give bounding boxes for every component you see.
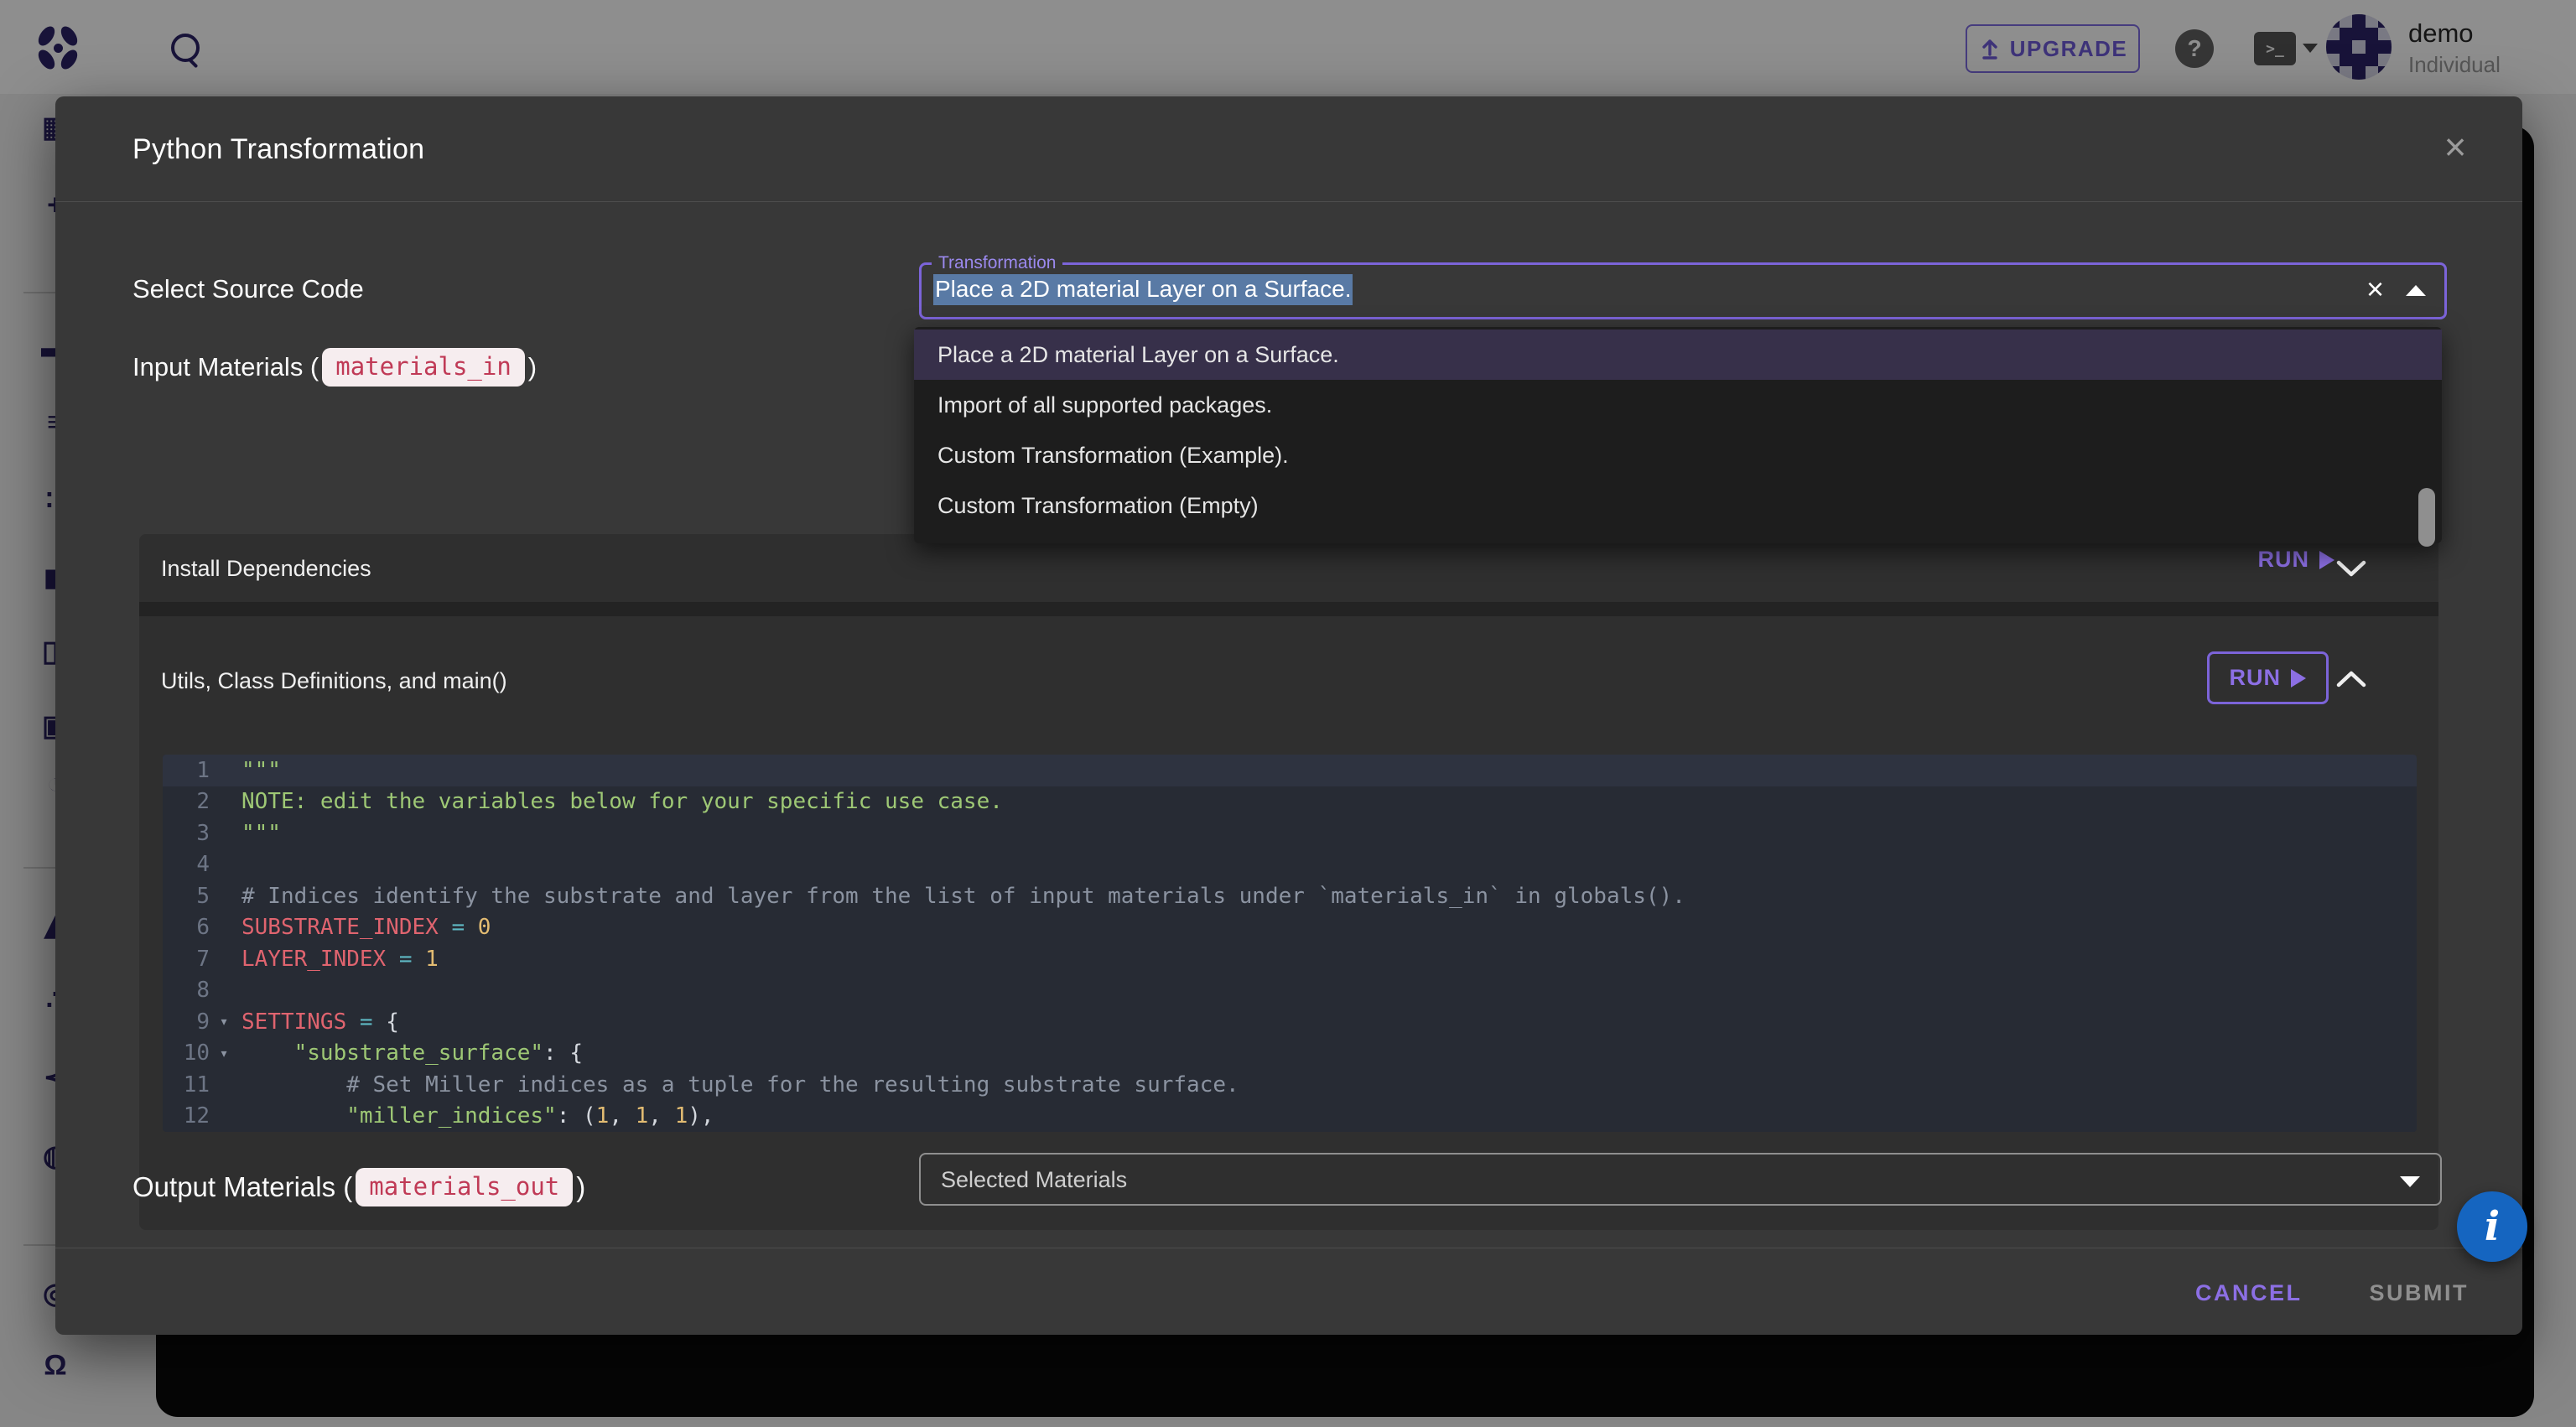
code-line: 1 """ <box>163 755 2417 786</box>
fold-icon[interactable]: ▾ <box>210 1045 238 1062</box>
dialog-actions: CANCEL SUBMIT <box>2180 1272 2484 1315</box>
line-number: 1 <box>163 758 210 783</box>
code-text: NOTE: edit the variables below for your … <box>238 789 1003 814</box>
selected-materials-select[interactable]: Selected Materials <box>919 1153 2442 1206</box>
line-number: 10 <box>163 1040 210 1066</box>
transformation-options-menu: Place a 2D material Layer on a Surface.I… <box>914 327 2442 543</box>
transformation-option[interactable]: Place a 2D material Layer on a Surface. <box>914 330 2442 380</box>
install-dependencies-title: Install Dependencies <box>161 556 371 582</box>
menu-scrollbar-thumb[interactable] <box>2418 488 2435 547</box>
header-divider <box>55 201 2522 202</box>
select-source-code-label: Select Source Code <box>132 274 364 304</box>
transformation-select-value: Place a 2D material Layer on a Surface. <box>933 276 1353 303</box>
code-line: 6 SUBSTRATE_INDEX = 0 <box>163 912 2417 944</box>
line-number: 7 <box>163 947 210 972</box>
fold-icon[interactable]: ▾ <box>210 1013 238 1030</box>
materials-in-chip: materials_in <box>322 348 525 387</box>
transformation-select-label: Transformation <box>932 253 1062 273</box>
code-text: "miller_indices": (1, 1, 1), <box>238 1103 714 1129</box>
run-install-button[interactable]: RUN <box>2253 546 2340 573</box>
code-line: 2 NOTE: edit the variables below for your… <box>163 786 2417 818</box>
run-utils-button[interactable]: RUN <box>2207 651 2329 704</box>
chevron-down-icon[interactable] <box>2400 1176 2420 1187</box>
chevron-up-icon[interactable] <box>2336 670 2366 688</box>
code-text: # Indices identify the substrate and lay… <box>238 884 1685 909</box>
section-gap <box>139 602 2438 616</box>
play-icon <box>2319 551 2334 569</box>
line-number: 5 <box>163 884 210 909</box>
code-text: LAYER_INDEX = 1 <box>238 947 439 972</box>
code-text: SETTINGS = { <box>238 1009 399 1035</box>
selected-materials-value: Selected Materials <box>941 1167 1127 1193</box>
code-text: SUBSTRATE_INDEX = 0 <box>238 915 491 940</box>
code-line: 3 """ <box>163 817 2417 849</box>
utils-main-section: Utils, Class Definitions, and main() RUN… <box>139 616 2438 1230</box>
code-line: 12 "miller_indices": (1, 1, 1), <box>163 1101 2417 1133</box>
line-number: 9 <box>163 1009 210 1035</box>
chevron-down-icon[interactable] <box>2336 559 2366 578</box>
materials-out-chip: materials_out <box>356 1168 573 1206</box>
python-transformation-dialog: Python Transformation × Select Source Co… <box>55 96 2522 1335</box>
line-number: 12 <box>163 1103 210 1129</box>
cancel-button[interactable]: CANCEL <box>2180 1272 2318 1315</box>
line-number: 3 <box>163 821 210 846</box>
transformation-select[interactable]: Transformation Place a 2D material Layer… <box>919 262 2447 319</box>
chevron-up-icon[interactable] <box>2406 285 2426 296</box>
code-editor[interactable]: 1 """ 2 NOTE: edit the variables below for … <box>163 755 2417 1132</box>
output-materials-label: Output Materials ( materials_out ) <box>132 1168 585 1206</box>
code-text: "substrate_surface": { <box>238 1040 583 1066</box>
dialog-title: Python Transformation <box>132 133 424 166</box>
play-icon <box>2291 669 2306 688</box>
close-icon[interactable]: × <box>2435 127 2475 167</box>
code-line: 4 <box>163 849 2417 881</box>
install-dependencies-section[interactable]: Install Dependencies RUN <box>139 534 2438 602</box>
utils-main-title: Utils, Class Definitions, and main() <box>161 668 507 694</box>
line-number: 4 <box>163 852 210 877</box>
code-text: """ <box>238 758 281 783</box>
transformation-option[interactable]: Custom Transformation (Example). <box>914 430 2442 480</box>
code-line: 11 # Set Miller indices as a tuple for t… <box>163 1069 2417 1101</box>
input-materials-label: Input Materials ( materials_in ) <box>132 348 537 387</box>
code-line: 7 LAYER_INDEX = 1 <box>163 943 2417 975</box>
code-line: 8 <box>163 975 2417 1007</box>
screen: UPGRADE ? >_ demo Individual ▦+▬≡∷◼◫▣◔◭∴… <box>0 0 2576 1427</box>
line-number: 8 <box>163 978 210 1003</box>
code-text: """ <box>238 821 281 846</box>
code-text: # Set Miller indices as a tuple for the … <box>238 1072 1239 1097</box>
line-number: 2 <box>163 789 210 814</box>
code-line: 9▾SETTINGS = { <box>163 1006 2417 1038</box>
clear-icon[interactable]: × <box>2361 273 2389 305</box>
submit-button[interactable]: SUBMIT <box>2355 1272 2485 1315</box>
line-number: 6 <box>163 915 210 940</box>
info-button[interactable]: i <box>2457 1191 2527 1262</box>
transformation-option[interactable]: Custom Transformation (Empty) <box>914 480 2442 531</box>
line-number: 11 <box>163 1072 210 1097</box>
code-line: 10▾ "substrate_surface": { <box>163 1038 2417 1070</box>
transformation-option[interactable]: Import of all supported packages. <box>914 380 2442 430</box>
code-line: 5 # Indices identify the substrate and la… <box>163 880 2417 912</box>
